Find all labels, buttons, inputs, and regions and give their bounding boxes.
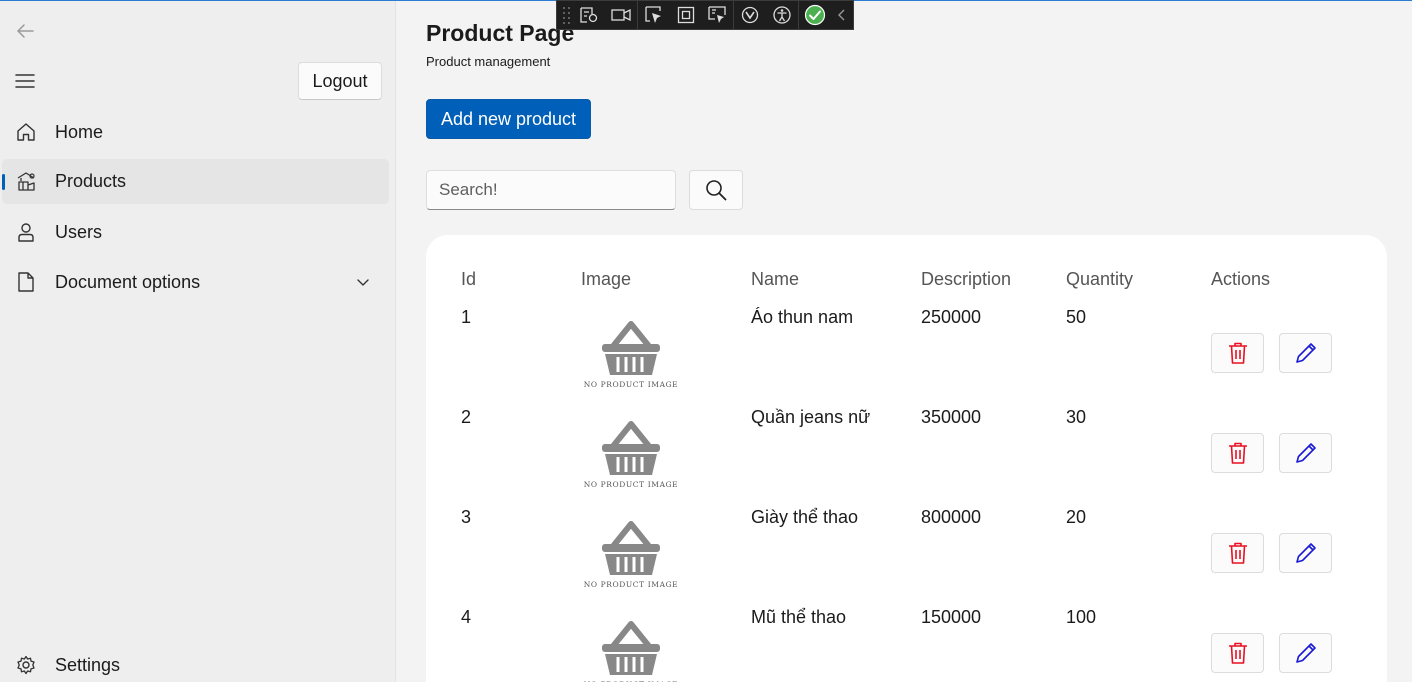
- trash-icon: [1228, 342, 1247, 364]
- cell-name: Mũ thể thao: [751, 607, 847, 627]
- nav-item-document-options[interactable]: Document options: [2, 260, 389, 305]
- nav-item-label: Home: [55, 122, 104, 142]
- gear-icon: [15, 654, 37, 676]
- cell-id: 4: [461, 607, 472, 627]
- product-image-placeholder: NO PRODUCT IMAGE: [581, 411, 681, 491]
- product-image-placeholder: NO PRODUCT IMAGE: [581, 311, 681, 391]
- column-header-quantity: Quantity: [1066, 269, 1134, 289]
- record-button[interactable]: [605, 0, 637, 30]
- hot-reload-button[interactable]: [734, 0, 766, 30]
- edit-button[interactable]: [1279, 333, 1332, 373]
- edit-button[interactable]: [1279, 433, 1332, 473]
- delete-button[interactable]: [1211, 633, 1264, 673]
- xaml-debug-toolbar: [556, 0, 854, 30]
- pencil-icon: [1295, 543, 1316, 563]
- edit-button[interactable]: [1279, 533, 1332, 573]
- cell-name: Quần jeans nữ: [751, 407, 871, 427]
- selection-indicator: [2, 174, 5, 190]
- cell-description: 350000: [921, 407, 982, 427]
- edit-button[interactable]: [1279, 633, 1332, 673]
- page-subtitle: Product management: [426, 54, 551, 69]
- delete-button[interactable]: [1211, 433, 1264, 473]
- check-circle-icon: [805, 4, 826, 26]
- cell-quantity: 20: [1066, 507, 1087, 527]
- cell-id: 3: [461, 507, 472, 527]
- binding-status-button[interactable]: [799, 0, 831, 30]
- back-arrow-icon: [17, 24, 34, 38]
- products-icon: [15, 170, 37, 192]
- product-table: Id Image Name Description Quantity Actio…: [426, 235, 1387, 682]
- pencil-icon: [1295, 643, 1316, 663]
- product-image-placeholder: NO PRODUCT IMAGE: [581, 611, 681, 682]
- cell-description: 800000: [921, 507, 982, 527]
- nav-item-products[interactable]: Products: [2, 159, 389, 204]
- chevron-down-icon[interactable]: [355, 274, 371, 290]
- delete-button[interactable]: [1211, 533, 1264, 573]
- delete-button[interactable]: [1211, 333, 1264, 373]
- product-image-placeholder: NO PRODUCT IMAGE: [581, 511, 681, 591]
- display-layout-adorners-button[interactable]: [670, 0, 702, 30]
- page-title: Product Page: [426, 20, 575, 46]
- search-button[interactable]: [689, 170, 743, 210]
- no-image-caption: NO PRODUCT IMAGE: [583, 480, 679, 489]
- collapse-toolbar-button[interactable]: [831, 0, 853, 30]
- no-image-caption: NO PRODUCT IMAGE: [583, 380, 679, 389]
- video-camera-icon: [611, 8, 631, 22]
- accessibility-checker-button[interactable]: [766, 0, 798, 30]
- nav-item-users[interactable]: Users: [2, 210, 389, 255]
- user-icon: [15, 221, 37, 243]
- cell-quantity: 30: [1066, 407, 1087, 427]
- trash-icon: [1228, 542, 1247, 564]
- trash-icon: [1228, 442, 1247, 464]
- cell-description: 150000: [921, 607, 982, 627]
- column-header-image: Image: [581, 269, 632, 289]
- hamburger-icon: [15, 74, 35, 88]
- cell-quantity: 100: [1066, 607, 1097, 627]
- select-element-button[interactable]: [638, 0, 670, 30]
- pencil-icon: [1295, 343, 1316, 363]
- track-focused-element-button[interactable]: [702, 0, 734, 30]
- cell-id: 2: [461, 407, 472, 427]
- column-header-name: Name: [751, 269, 800, 289]
- live-visual-tree-button[interactable]: [573, 0, 605, 30]
- logout-button[interactable]: Logout: [298, 62, 382, 100]
- pencil-icon: [1295, 443, 1316, 463]
- add-new-product-button[interactable]: Add new product: [426, 99, 591, 139]
- nav-item-label: Document options: [55, 272, 201, 292]
- track-focus-icon: [708, 6, 727, 23]
- column-header-actions: Actions: [1211, 269, 1271, 289]
- column-header-id: Id: [461, 269, 477, 289]
- nav-item-label: Users: [55, 222, 103, 242]
- cell-quantity: 50: [1066, 307, 1087, 327]
- nav-item-label: Settings: [55, 655, 121, 675]
- hot-reload-icon: [742, 6, 759, 24]
- cursor-select-icon: [645, 6, 661, 23]
- nav-item-label: Products: [55, 171, 127, 191]
- navigation-pane: Logout Home Products Users Document opti…: [0, 0, 396, 682]
- home-icon: [15, 121, 37, 143]
- search-icon: [706, 180, 727, 201]
- column-header-description: Description: [921, 269, 1012, 289]
- cell-id: 1: [461, 307, 472, 327]
- document-icon: [15, 271, 37, 293]
- cell-description: 250000: [921, 307, 982, 327]
- search-input[interactable]: [426, 170, 676, 210]
- accessibility-icon: [773, 6, 791, 24]
- trash-icon: [1228, 642, 1247, 664]
- nav-item-home[interactable]: Home: [2, 110, 389, 155]
- chevron-left-icon: [838, 9, 845, 21]
- cell-name: Áo thun nam: [751, 307, 854, 327]
- nav-item-settings[interactable]: Settings: [2, 643, 389, 682]
- no-image-caption: NO PRODUCT IMAGE: [583, 580, 679, 589]
- menu-toggle-button[interactable]: [12, 68, 38, 94]
- cell-name: Giày thể thao: [751, 507, 859, 527]
- back-button[interactable]: [12, 18, 38, 44]
- visual-tree-icon: [580, 7, 598, 23]
- layout-adorner-icon: [677, 6, 694, 24]
- drag-grip-icon[interactable]: [561, 5, 573, 25]
